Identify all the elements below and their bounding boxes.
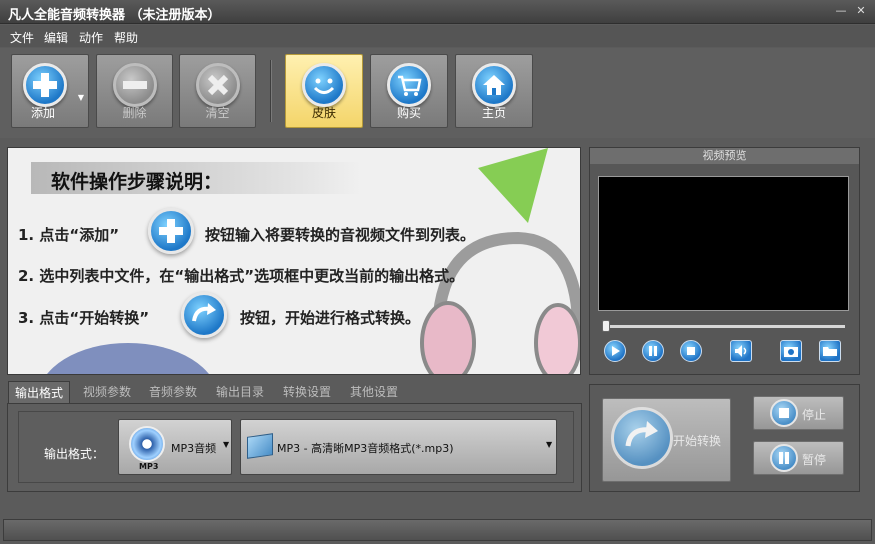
step1-text-after: 按钮输入将要转换的音视频文件到列表。 bbox=[205, 226, 476, 244]
settings-tabs: 输出格式 视频参数 音频参数 输出目录 转换设置 其他设置 bbox=[8, 381, 582, 403]
format-profile-select[interactable]: MP3 - 高清晰MP3音频格式(*.mp3) ▼ bbox=[240, 419, 557, 475]
video-screen bbox=[598, 176, 849, 311]
plus-icon bbox=[23, 63, 67, 107]
tab-video-params[interactable]: 视频参数 bbox=[83, 381, 131, 403]
cart-icon bbox=[387, 63, 431, 107]
mp3-disc-icon bbox=[129, 426, 165, 462]
menu-action[interactable]: 动作 bbox=[79, 29, 103, 46]
chevron-down-icon: ▼ bbox=[546, 440, 553, 449]
instructions-heading: 软件操作步骤说明： bbox=[51, 171, 223, 193]
stop-convert-button[interactable]: 停止 bbox=[753, 396, 844, 430]
step2-text: 2. 选中列表中文件，在“输出格式”选项框中更改当前的输出格式。 bbox=[18, 267, 465, 285]
stop-convert-label: 停止 bbox=[802, 408, 827, 422]
delete-button-label: 删除 bbox=[122, 106, 147, 120]
format-type-select[interactable]: MP3 MP3音频 ▼ bbox=[118, 419, 232, 475]
seek-track[interactable] bbox=[602, 325, 845, 328]
start-convert-label: 开始转换 bbox=[673, 434, 722, 448]
buy-button[interactable]: 购买 bbox=[370, 54, 448, 128]
status-bar bbox=[3, 519, 872, 541]
action-panel: 开始转换 停止 暂停 bbox=[589, 384, 860, 492]
chevron-down-icon: ▼ bbox=[223, 440, 230, 449]
tab-output-format[interactable]: 输出格式 bbox=[8, 381, 71, 403]
tab-other-settings[interactable]: 其他设置 bbox=[350, 381, 398, 403]
stop-button[interactable] bbox=[680, 340, 702, 362]
title-bar: 凡人全能音频转换器 （未注册版本） — ✕ bbox=[0, 0, 875, 24]
pause-icon bbox=[649, 346, 657, 356]
window-title: 凡人全能音频转换器 （未注册版本） bbox=[8, 8, 221, 23]
minimize-button[interactable]: — bbox=[834, 4, 848, 18]
close-x-icon bbox=[195, 63, 240, 107]
skin-button[interactable]: 皮肤 bbox=[285, 54, 363, 128]
open-folder-button[interactable] bbox=[819, 340, 841, 362]
toolbar-divider bbox=[270, 60, 272, 122]
convert-arrow-icon bbox=[611, 407, 673, 469]
play-icon bbox=[612, 346, 620, 356]
pause-convert-button[interactable]: 暂停 bbox=[753, 441, 844, 475]
step1-text: 1. 点击“添加” bbox=[18, 226, 120, 244]
menu-bar: 文件 编辑 动作 帮助 bbox=[0, 25, 875, 47]
close-button[interactable]: ✕ bbox=[854, 4, 868, 18]
stop-icon bbox=[770, 399, 798, 427]
home-icon bbox=[472, 63, 516, 107]
output-format-panel: 输出格式： MP3 MP3音频 ▼ MP3 - 高清晰MP3音频格式(*.mp3… bbox=[7, 403, 582, 492]
folder-icon bbox=[823, 347, 837, 356]
step3-text-after: 按钮，开始进行格式转换。 bbox=[240, 309, 421, 327]
headphones-illustration bbox=[420, 148, 580, 374]
tab-audio-params[interactable]: 音频参数 bbox=[149, 381, 197, 403]
instructions-panel: 软件操作步骤说明： 1. 点击“添加” 按钮输入将要转换的音视频文件到列表。 2… bbox=[7, 147, 581, 375]
disc-illustration bbox=[47, 343, 209, 374]
toolbar: ▼ 添加 删除 清空 皮肤 购买 主页 bbox=[0, 48, 875, 138]
skin-button-label: 皮肤 bbox=[311, 106, 336, 120]
convert-arrow-icon bbox=[181, 292, 227, 338]
tab-output-dir[interactable]: 输出目录 bbox=[216, 381, 264, 403]
menu-edit[interactable]: 编辑 bbox=[44, 29, 68, 46]
clear-button-label: 清空 bbox=[205, 106, 230, 120]
pause-icon bbox=[770, 444, 798, 472]
menu-file[interactable]: 文件 bbox=[10, 29, 34, 46]
delete-button[interactable]: 删除 bbox=[96, 54, 173, 128]
output-format-label: 输出格式： bbox=[44, 447, 105, 461]
tab-convert-settings[interactable]: 转换设置 bbox=[283, 381, 331, 403]
pause-convert-label: 暂停 bbox=[802, 453, 827, 467]
step3-text: 3. 点击“开始转换” bbox=[18, 309, 150, 327]
camera-icon bbox=[784, 347, 798, 357]
buy-button-label: 购买 bbox=[396, 106, 421, 120]
snapshot-button[interactable] bbox=[780, 340, 802, 362]
clear-button[interactable]: 清空 bbox=[179, 54, 256, 128]
volume-button[interactable] bbox=[730, 340, 752, 362]
mp3-icon-label: MP3 bbox=[139, 462, 159, 471]
video-preview-panel: 视频预览 bbox=[589, 147, 860, 375]
seek-handle[interactable] bbox=[602, 320, 610, 332]
plus-icon bbox=[148, 208, 194, 254]
home-button-label: 主页 bbox=[481, 106, 506, 120]
format-type-value: MP3音频 bbox=[171, 442, 217, 455]
stop-icon bbox=[687, 347, 695, 355]
home-button[interactable]: 主页 bbox=[455, 54, 533, 128]
pause-button[interactable] bbox=[642, 340, 664, 362]
add-button[interactable]: ▼ 添加 bbox=[11, 54, 89, 128]
chevron-down-icon[interactable]: ▼ bbox=[78, 93, 84, 102]
smiley-icon bbox=[302, 63, 346, 107]
start-convert-button[interactable]: 开始转换 bbox=[602, 398, 731, 482]
menu-help[interactable]: 帮助 bbox=[114, 29, 138, 46]
add-button-label: 添加 bbox=[30, 106, 55, 120]
format-profile-value: MP3 - 高清晰MP3音频格式(*.mp3) bbox=[277, 442, 454, 455]
cube-icon bbox=[247, 433, 273, 459]
preview-title: 视频预览 bbox=[590, 148, 859, 164]
play-button[interactable] bbox=[604, 340, 626, 362]
speaker-icon bbox=[735, 345, 747, 357]
minus-icon bbox=[112, 63, 157, 107]
